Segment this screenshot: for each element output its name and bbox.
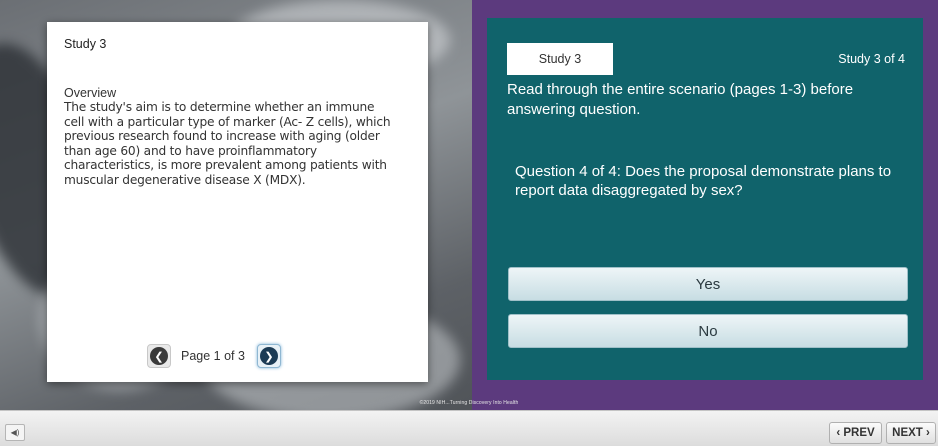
next-page-button[interactable]: ❯	[256, 344, 281, 368]
overview-heading: Overview	[64, 86, 117, 100]
answer-no-button[interactable]: No	[508, 314, 908, 348]
study-tab: Study 3	[507, 43, 613, 75]
question-text: Question 4 of 4: Does the proposal demon…	[515, 163, 892, 199]
speaker-icon[interactable]: ◀)	[5, 424, 25, 441]
copyright-text: ©2019 NIH...Turning Discovery Into Healt…	[419, 400, 519, 406]
quiz-panel: Study 3 Study 3 of 4 Read through the en…	[487, 18, 923, 380]
document-pager: ❮ Page 1 of 3 ❯	[147, 342, 281, 370]
page-indicator: Page 1 of 3	[181, 349, 245, 363]
prev-slide-button[interactable]: ‹ PREV	[829, 422, 882, 444]
player-control-bar: ◀) ‹ PREV NEXT ›	[0, 410, 938, 446]
document-title: Study 3	[64, 37, 107, 51]
instruction-text: Read through the entire scenario (pages …	[507, 81, 854, 118]
scenario-document-card: Study 3 Overview The study's aim is to d…	[47, 22, 428, 382]
previous-page-button[interactable]: ❮	[147, 344, 171, 368]
chevron-left-icon: ❮	[150, 347, 168, 365]
next-slide-button[interactable]: NEXT ›	[886, 422, 936, 444]
answer-yes-button[interactable]: Yes	[508, 267, 908, 301]
study-counter: Study 3 of 4	[838, 52, 905, 66]
chevron-right-icon: ❯	[259, 347, 278, 365]
overview-text: The study's aim is to determine whether …	[64, 100, 391, 187]
